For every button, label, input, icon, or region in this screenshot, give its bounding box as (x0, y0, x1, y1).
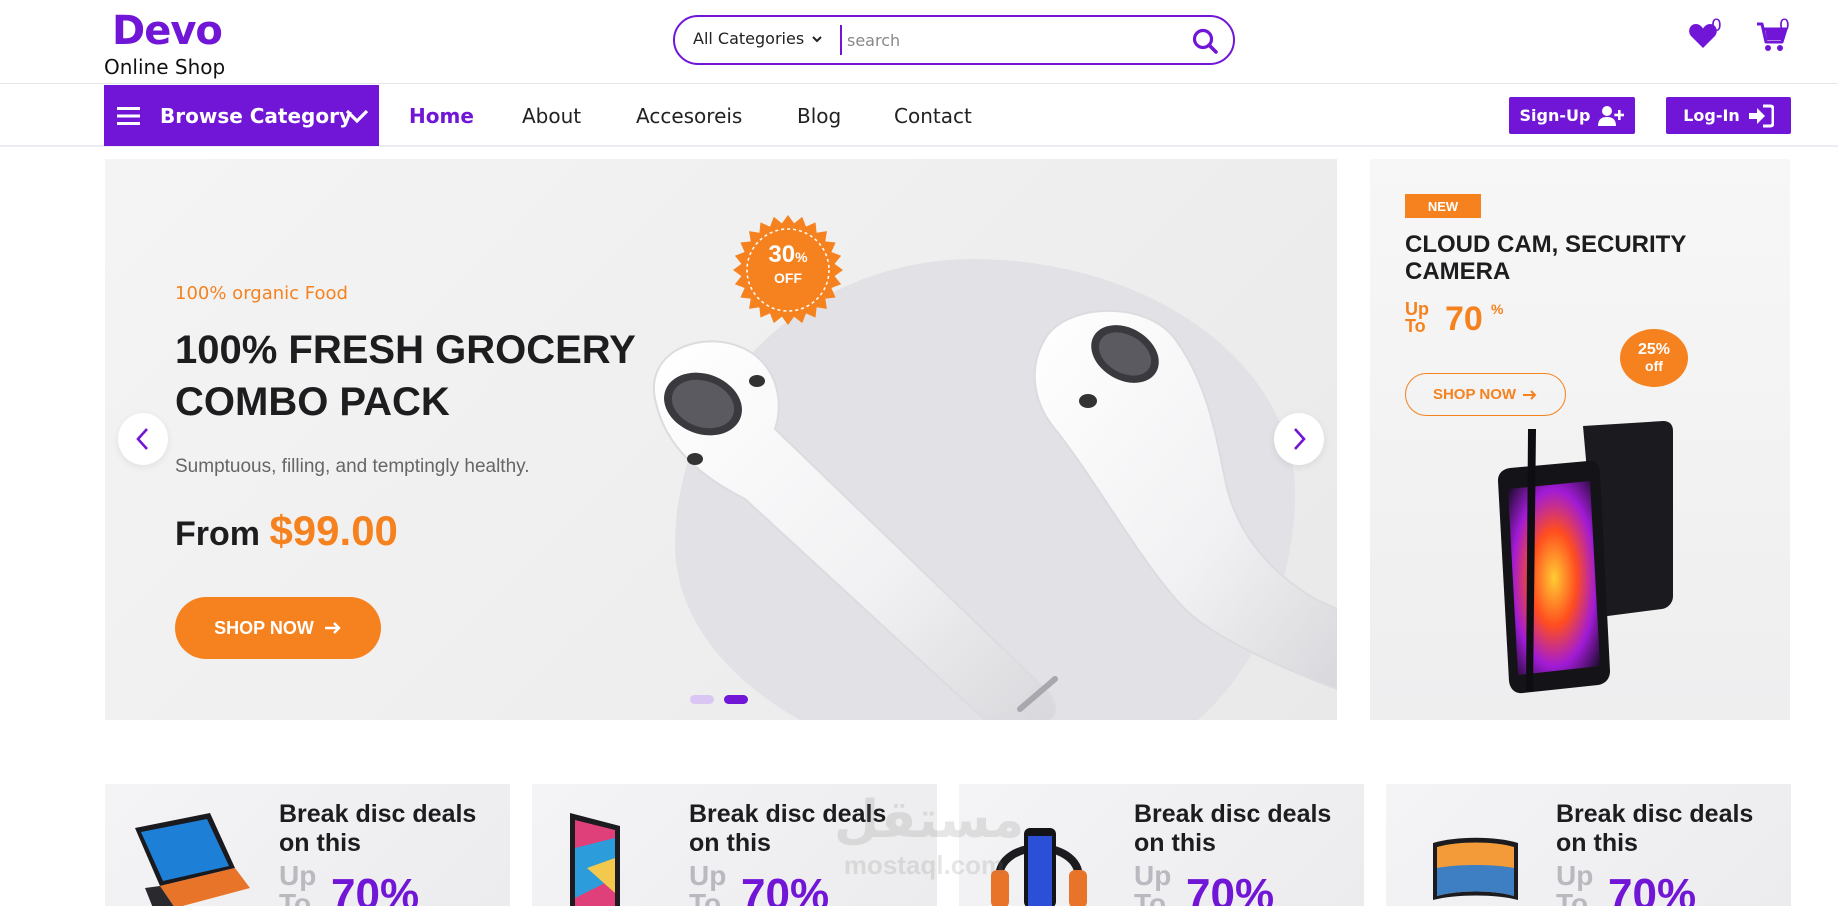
hero-price-prefix: From (175, 515, 260, 553)
deal-discount: 70% (1608, 870, 1697, 906)
search-icon (1192, 28, 1218, 54)
slider-dot-2[interactable] (724, 695, 748, 704)
seal-percent-line: 30% (732, 242, 844, 270)
side-discount-sign: % (1491, 301, 1504, 317)
seal-percent-sign: % (795, 249, 808, 265)
hero-description: Sumptuous, filling, and temptingly healt… (175, 456, 530, 477)
side-upto-label: Up To (1405, 299, 1429, 336)
side-off-badge: 25% off (1620, 329, 1688, 387)
chevron-down-icon (345, 109, 369, 124)
curved-tv-image (1433, 837, 1518, 900)
hero-eyebrow: 100% organic Food (175, 283, 348, 304)
deal-title: Break disc deals on this (689, 800, 887, 857)
side-off-percent: 25% (1637, 341, 1671, 358)
chevron-right-icon (1294, 428, 1306, 450)
arrow-right-icon (324, 622, 341, 634)
nav-link-about[interactable]: About (522, 104, 581, 128)
side-off-label: off (1645, 358, 1663, 374)
earbuds-image (652, 309, 1337, 720)
search-button[interactable] (1189, 25, 1221, 57)
nav-link-blog[interactable]: Blog (797, 104, 841, 128)
category-select-label: All Categories (693, 29, 805, 48)
seal-text: 30% OFF (732, 242, 844, 287)
log-in-label: Log-In (1683, 106, 1740, 125)
smartphone-image (1498, 421, 1673, 694)
discount-seal: 30% OFF (732, 214, 844, 326)
laptop-image (135, 813, 250, 906)
category-select[interactable]: All Categories (693, 29, 824, 48)
hero-price: From $99.00 (175, 507, 398, 555)
deal-title: Break disc deals on this (1556, 800, 1754, 857)
chevron-left-icon (136, 428, 148, 450)
slider-dot-1[interactable] (690, 695, 714, 704)
hero-shop-now-button[interactable]: SHOP NOW (175, 597, 381, 659)
cart-count: 0 (1779, 16, 1790, 36)
side-promo-banner: NEW CLOUD CAM, SECURITY CAMERA Up To 70 … (1370, 159, 1790, 720)
search-input[interactable] (847, 25, 1177, 55)
browse-category-button[interactable]: Browse Category (104, 85, 379, 146)
hero-shop-now-label: SHOP NOW (214, 617, 314, 638)
sign-up-label: Sign-Up (1519, 106, 1591, 125)
tablet-image (570, 813, 620, 906)
side-shop-now-label: SHOP NOW (1432, 386, 1517, 403)
main-nav: Browse Category Home About Accesoreis Bl… (0, 85, 1838, 147)
deal-upto: Up To (279, 860, 317, 906)
browse-category-label: Browse Category (160, 103, 353, 128)
deal-discount: 70% (741, 870, 830, 906)
nav-link-contact[interactable]: Contact (894, 104, 972, 128)
hero-price-amount: $99.00 (269, 507, 398, 554)
deal-upto: Up To (1134, 860, 1172, 906)
arrow-right-icon (1523, 389, 1537, 400)
chevron-down-icon (812, 35, 822, 42)
deal-title: Break disc deals on this (1134, 800, 1332, 857)
brand-tagline: Online Shop (104, 55, 226, 79)
search-divider (840, 25, 842, 55)
side-discount-number: 70 (1445, 300, 1483, 338)
phone-headphones-image (991, 828, 1087, 906)
top-header: Devo Online Shop All Categories 0 0 (0, 0, 1838, 84)
search-bar: All Categories (673, 15, 1235, 65)
deal-card-2[interactable]: Break disc deals on this Up To 70% (532, 784, 937, 906)
deal-discount: 70% (331, 870, 420, 906)
menu-icon (117, 106, 140, 125)
side-shop-now-button[interactable]: SHOP NOW (1405, 373, 1566, 416)
deal-card-4[interactable]: Break disc deals on this Up To 70% (1386, 784, 1791, 906)
deal-card-1[interactable]: Break disc deals on this Up To 70% (105, 784, 510, 906)
hero-slider: 100% organic Food 100% FRESH GROCERY COM… (105, 159, 1337, 720)
slider-next-button[interactable] (1274, 413, 1324, 465)
slider-prev-button[interactable] (118, 413, 168, 465)
sign-in-icon (1748, 104, 1774, 127)
seal-percent: 30 (768, 241, 796, 268)
deal-title: Break disc deals on this (279, 800, 477, 857)
side-banner-title: CLOUD CAM, SECURITY CAMERA (1405, 231, 1686, 285)
slider-dots (690, 695, 748, 704)
nav-link-home[interactable]: Home (409, 104, 474, 128)
sign-up-button[interactable]: Sign-Up (1509, 97, 1635, 134)
nav-link-accesoreis[interactable]: Accesoreis (636, 104, 742, 128)
log-in-button[interactable]: Log-In (1666, 97, 1791, 134)
brand-logo[interactable]: Devo (112, 8, 223, 54)
deal-card-3[interactable]: Break disc deals on this Up To 70% (959, 784, 1364, 906)
seal-off: OFF (774, 270, 802, 286)
deal-upto: Up To (1556, 860, 1594, 906)
new-badge: NEW (1405, 194, 1481, 218)
wishlist-count: 0 (1711, 16, 1722, 36)
deal-discount: 70% (1186, 870, 1275, 906)
deal-upto: Up To (689, 860, 727, 906)
hero-title: 100% FRESH GROCERY COMBO PACK (175, 328, 636, 424)
user-plus-icon (1598, 105, 1625, 126)
